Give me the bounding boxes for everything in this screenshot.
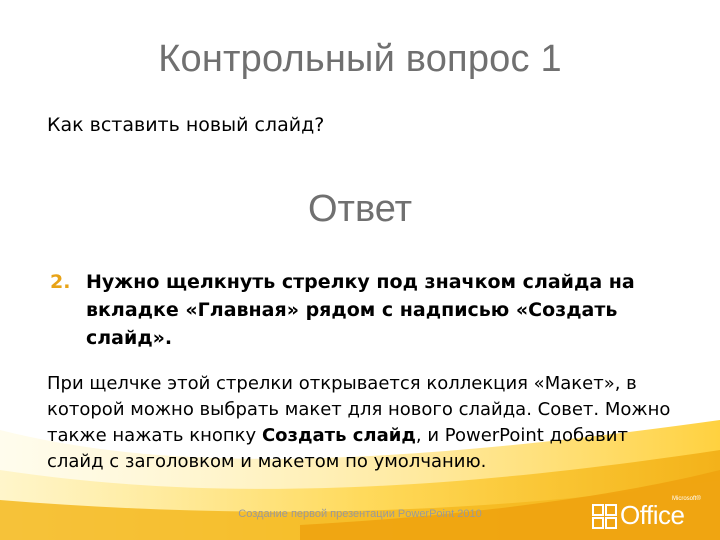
explanation-paragraph: При щелчке этой стрелки открывается колл… [47, 371, 677, 475]
question-text: Как вставить новый слайд? [47, 114, 325, 136]
office-logo-word: Office [620, 500, 685, 530]
office-logo-microsoft: Microsoft® [672, 496, 701, 502]
answer-item-text: Нужно щелкнуть стрелку под значком слайд… [86, 271, 635, 349]
office-squares-icon [592, 504, 617, 529]
explanation-bold-button-name: Создать слайд [261, 425, 416, 446]
answer-heading: Ответ [308, 188, 412, 230]
answer-number: 2. [50, 271, 71, 293]
office-logo: Office Microsoft® [592, 496, 710, 532]
slide-title: Контрольный вопрос 1 [158, 38, 562, 80]
answer-list: 2. Нужно щелкнуть стрелку под значком сл… [46, 268, 666, 352]
answer-item: 2. Нужно щелкнуть стрелку под значком сл… [46, 268, 666, 352]
slide: Контрольный вопрос 1 Как вставить новый … [0, 0, 720, 540]
